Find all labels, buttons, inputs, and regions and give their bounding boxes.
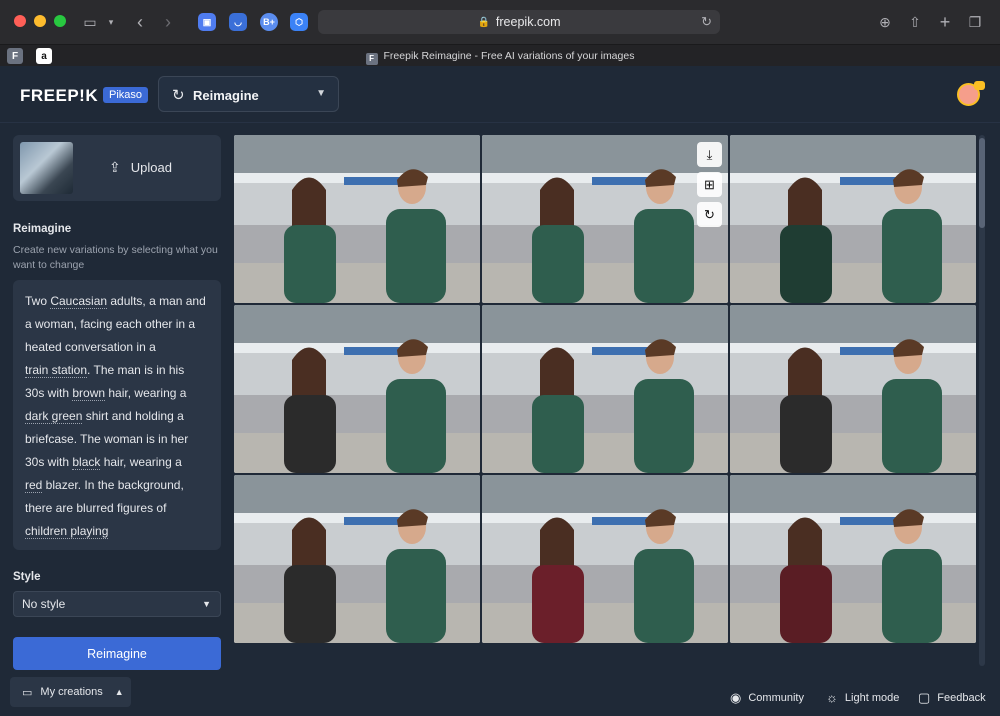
chevron-down-icon[interactable]: ▾ (101, 12, 121, 32)
share-icon[interactable]: ⇧ (905, 12, 925, 32)
prompt-line: 30s with black hair, wearing a (25, 455, 182, 470)
pocket-extension-icon[interactable]: ◡ (229, 13, 247, 31)
caret-down-icon: ▼ (316, 88, 326, 99)
tab-title: Freepik Reimagine - Free AI variations o… (383, 50, 635, 62)
light-mode-toggle[interactable]: ☼ Light mode (826, 690, 899, 705)
prompt-line: red blazer. In the background, (25, 478, 184, 493)
chevron-up-icon: ▲ (114, 687, 124, 697)
feedback-link[interactable]: ▢ Feedback (918, 690, 986, 706)
result-image-tile[interactable] (234, 135, 480, 303)
caret-down-icon: ▼ (202, 599, 211, 609)
app-header: FREEP!K Pikaso ↻ Reimagine ▼ (0, 66, 1000, 123)
browser-toolbar: ▭ ▾ ‹ › ▣ ◡ B+ ⬡ 🔒 freepik.com ↻ ⊕ ⇧ + ❐ (0, 0, 1000, 44)
sun-icon: ☼ (826, 690, 838, 705)
prompt-line: briefcase. The woman is in her (25, 432, 189, 446)
sidebar: ⇪ Upload Reimagine Create new variations… (0, 123, 234, 716)
window-controls (14, 15, 66, 27)
prompt-line: a woman, facing each other in a (25, 317, 196, 331)
prompt-line: train station. The man is in his (25, 363, 185, 378)
prompt-line: there are blurred figures of (25, 501, 167, 515)
result-image-tile[interactable] (482, 135, 728, 303)
result-image-tile[interactable] (482, 475, 728, 643)
minimize-window-button[interactable] (34, 15, 46, 27)
address-bar[interactable]: 🔒 freepik.com ↻ (318, 10, 720, 34)
prompt-line: children playing (25, 520, 209, 543)
forward-icon[interactable]: › (158, 12, 178, 32)
notification-badge (974, 81, 985, 90)
results-gallery (234, 135, 987, 666)
back-icon[interactable]: ‹ (130, 12, 150, 32)
tab-favicon: F (365, 53, 378, 65)
result-image-tile[interactable] (234, 305, 480, 473)
style-section-title: Style (13, 571, 41, 583)
new-tab-icon[interactable]: + (935, 12, 955, 32)
my-creations-label: My creations (40, 686, 103, 698)
regenerate-icon[interactable]: ↻ (697, 202, 722, 227)
reimagine-section-title: Reimagine (13, 223, 72, 235)
editable-token[interactable]: brown (72, 386, 106, 401)
editable-token[interactable]: Caucasian (50, 294, 108, 309)
scrollbar-thumb[interactable] (979, 138, 985, 228)
result-image-tile[interactable] (482, 305, 728, 473)
light-mode-label: Light mode (844, 691, 900, 704)
active-tab[interactable]: F Freepik Reimagine - Free AI variations … (0, 50, 1000, 65)
tile-action-toolbar: ⤓ ⊞ ↻ (697, 142, 722, 227)
lock-icon: 🔒 (477, 16, 490, 28)
sidebar-toggle-icon[interactable]: ▭ (80, 12, 100, 32)
style-dropdown[interactable]: No style ▼ (13, 591, 221, 617)
bplus-extension-icon[interactable]: B+ (260, 13, 278, 31)
prompt-line: Two Caucasian adults, a man and (25, 294, 206, 309)
hex-extension-icon[interactable]: ⬡ (290, 13, 308, 31)
upload-card[interactable]: ⇪ Upload (13, 135, 221, 201)
prompt-line: dark green shirt and holding a (25, 409, 184, 424)
reload-icon[interactable]: ↻ (701, 14, 712, 30)
feedback-icon: ▢ (918, 690, 931, 705)
mode-label: Reimagine (193, 88, 259, 103)
upload-button[interactable]: ⇪ Upload (109, 159, 172, 176)
download-icon[interactable]: ⤓ (697, 142, 722, 167)
discord-icon: ◉ (730, 690, 742, 705)
prompt-line: 30s with brown hair, wearing a (25, 386, 187, 401)
result-image-tile[interactable] (730, 305, 976, 473)
editable-token[interactable]: children playing (25, 524, 109, 539)
style-value: No style (22, 597, 66, 611)
reimagine-description: Create new variations by selecting what … (13, 244, 218, 271)
editable-token[interactable]: train station (25, 363, 88, 378)
mode-dropdown[interactable]: ↻ Reimagine ▼ (158, 76, 339, 112)
folder-icon: ▭ (22, 686, 33, 699)
add-to-folder-icon[interactable]: ⊞ (697, 172, 722, 197)
downloads-icon[interactable]: ⊕ (875, 12, 895, 32)
reimagine-button[interactable]: Reimagine (13, 637, 221, 670)
maximize-window-button[interactable] (54, 15, 66, 27)
tab-overview-icon[interactable]: ❐ (965, 12, 985, 32)
my-creations-button[interactable]: ▭ My creations ▲ (10, 677, 131, 707)
source-image-thumbnail[interactable] (20, 142, 73, 194)
community-label: Community (748, 692, 804, 704)
freepik-logo[interactable]: FREEP!K (20, 86, 98, 106)
prompt-line: heated conversation in a (25, 340, 156, 354)
upload-label: Upload (130, 160, 172, 175)
editable-token[interactable]: red (25, 478, 43, 493)
pikaso-badge: Pikaso (103, 87, 149, 103)
refresh-icon: ↻ (172, 87, 185, 104)
tab-bar: F a F Freepik Reimagine - Free AI variati… (0, 44, 1000, 66)
url-text: freepik.com (495, 15, 561, 29)
prompt-textarea[interactable]: Two Caucasian adults, a man and a woman,… (13, 280, 221, 550)
feedback-label: Feedback (937, 692, 986, 704)
community-link[interactable]: ◉ Community (730, 690, 804, 706)
result-image-tile[interactable] (234, 475, 480, 643)
close-window-button[interactable] (14, 15, 26, 27)
upload-icon: ⇪ (109, 159, 121, 175)
result-image-tile[interactable] (730, 135, 976, 303)
photos-extension-icon[interactable]: ▣ (198, 13, 216, 31)
result-image-tile[interactable] (730, 475, 976, 643)
editable-token[interactable]: dark green (25, 409, 83, 424)
editable-token[interactable]: black (72, 455, 101, 470)
